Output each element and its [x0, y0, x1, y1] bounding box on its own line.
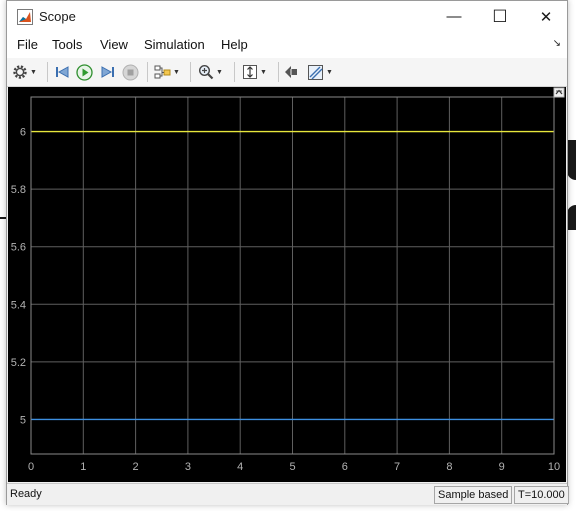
highlight-block-icon — [154, 64, 171, 80]
step-forward-button[interactable] — [100, 63, 116, 81]
chevron-down-icon: ▼ — [216, 68, 223, 76]
x-tick-label: 8 — [446, 461, 452, 473]
settings-icon — [12, 64, 28, 80]
toolbar-separator — [190, 62, 191, 82]
menu-simulation[interactable]: Simulation — [144, 37, 205, 52]
maximize-button[interactable]: ☐ — [477, 1, 523, 32]
window-title: Scope — [39, 9, 76, 24]
x-tick-label: 0 — [28, 461, 34, 473]
run-button[interactable] — [76, 63, 93, 81]
x-tick-label: 4 — [237, 461, 243, 473]
menu-view[interactable]: View — [100, 37, 128, 52]
stop-button[interactable] — [122, 63, 139, 81]
chevron-down-icon: ▼ — [173, 68, 180, 76]
scope-window: Scope — ☐ ✕ File Tools View Simulation H… — [6, 0, 569, 505]
menu-tools[interactable]: Tools — [52, 37, 82, 52]
highlight-block-button[interactable]: ▼ — [154, 63, 180, 81]
toolbar: ▼ ▼ ▼ ▼ ▼ — [7, 58, 567, 87]
background-stroke — [567, 140, 576, 180]
restore-view-icon — [283, 64, 299, 80]
plot-area[interactable]: 0 1 2 3 4 5 6 7 8 9 10 5 5.2 5.4 5.6 5.8 6 — [8, 87, 566, 482]
x-tick-label: 5 — [289, 461, 295, 473]
restore-view-button[interactable] — [283, 63, 299, 81]
background-stroke — [567, 205, 576, 230]
matlab-icon — [17, 9, 33, 25]
y-tick-label: 5.6 — [11, 242, 26, 254]
chevron-down-icon: ▼ — [260, 68, 267, 76]
cursor-measure-icon — [307, 64, 324, 81]
menu-help[interactable]: Help — [221, 37, 248, 52]
step-forward-icon — [100, 64, 116, 80]
toolbar-separator — [147, 62, 148, 82]
y-tick-label: 6 — [20, 127, 26, 139]
zoom-icon — [198, 64, 214, 80]
chevron-down-icon: ▼ — [326, 68, 333, 76]
toolbar-separator — [234, 62, 235, 82]
y-tick-label: 5 — [20, 414, 26, 426]
menu-undock-icon[interactable]: ↘ — [553, 38, 561, 49]
axes-background — [8, 87, 566, 482]
x-tick-label: 9 — [499, 461, 505, 473]
x-tick-label: 2 — [133, 461, 139, 473]
x-tick-label: 6 — [342, 461, 348, 473]
stop-icon — [122, 64, 139, 81]
title-bar[interactable]: Scope — ☐ ✕ — [7, 1, 567, 32]
x-tick-label: 1 — [80, 461, 86, 473]
status-bar: Ready Sample based T=10.000 — [7, 483, 569, 505]
scope-chart[interactable]: 0 1 2 3 4 5 6 7 8 9 10 5 5.2 5.4 5.6 5.8 6 — [8, 87, 566, 482]
step-back-button[interactable] — [54, 63, 70, 81]
settings-button[interactable]: ▼ — [12, 63, 37, 81]
step-back-icon — [54, 64, 70, 80]
desktop: Scope — ☐ ✕ File Tools View Simulation H… — [0, 0, 576, 511]
x-tick-label: 7 — [394, 461, 400, 473]
run-icon — [76, 63, 93, 81]
simulation-time: T=10.000 — [514, 486, 569, 504]
minimize-button[interactable]: — — [431, 1, 477, 32]
x-tick-label: 10 — [548, 461, 560, 473]
status-text: Ready — [10, 488, 42, 500]
chevron-down-icon: ▼ — [30, 68, 37, 76]
scale-axes-button[interactable]: ▼ — [242, 63, 267, 81]
y-tick-label: 5.2 — [11, 357, 26, 369]
menu-file[interactable]: File — [17, 37, 38, 52]
sample-mode-indicator: Sample based — [434, 486, 513, 504]
toolbar-separator — [278, 62, 279, 82]
toolbar-separator — [47, 62, 48, 82]
close-button[interactable]: ✕ — [523, 1, 569, 32]
scale-axes-icon — [242, 64, 258, 80]
x-tick-label: 3 — [185, 461, 191, 473]
menu-bar: File Tools View Simulation Help ↘ — [7, 32, 567, 58]
cursor-measure-button[interactable]: ▼ — [307, 63, 333, 81]
y-tick-label: 5.8 — [11, 184, 26, 196]
zoom-button[interactable]: ▼ — [198, 63, 223, 81]
undock-axes-icon[interactable] — [553, 87, 565, 98]
y-tick-label: 5.4 — [11, 299, 26, 311]
